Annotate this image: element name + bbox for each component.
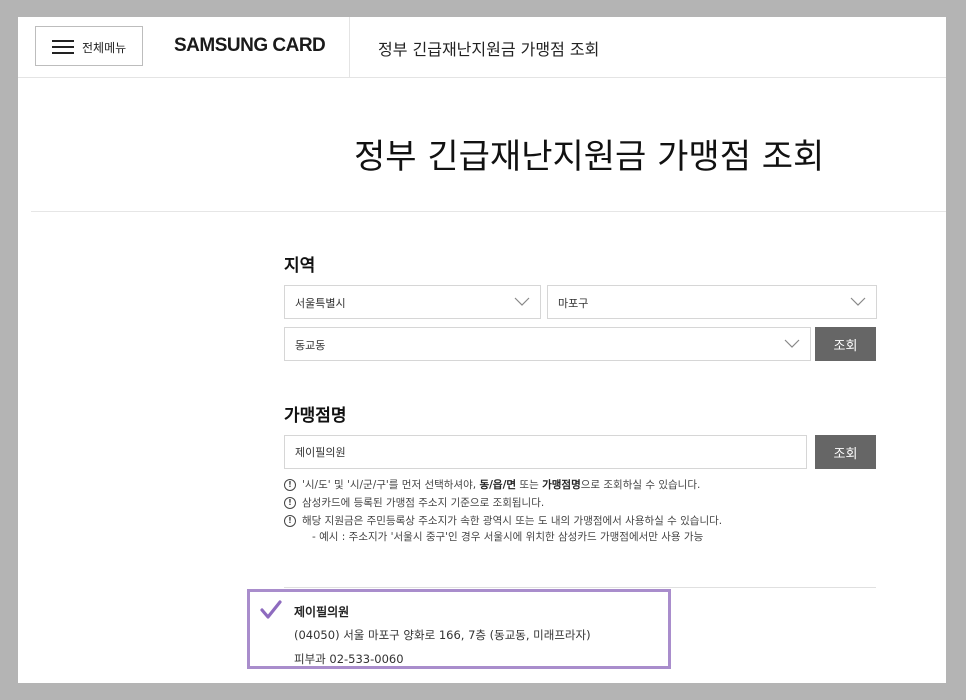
notice-example: - 예시 : 주소지가 '서울시 중구'인 경우 서울시에 위치한 삼성카드 가…: [312, 531, 704, 543]
notice-text: 삼성카드에 등록된 가맹점 주소지 기준으로 조회됩니다.: [302, 497, 545, 509]
province-value: 서울특별시: [295, 297, 346, 310]
region-label: 지역: [284, 256, 316, 276]
header-title: 정부 긴급재난지원금 가맹점 조회: [378, 40, 600, 59]
info-icon: !: [284, 479, 296, 491]
notice-item: ! 삼성카드에 등록된 가맹점 주소지 기준으로 조회됩니다.: [284, 494, 904, 512]
result-divider: [284, 587, 876, 588]
province-select[interactable]: 서울특별시: [284, 285, 541, 319]
district-value: 마포구: [558, 297, 589, 310]
district-select[interactable]: 마포구: [547, 285, 877, 319]
hamburger-icon: [52, 39, 74, 55]
dong-select[interactable]: 동교동: [284, 327, 811, 361]
chevron-down-icon: [784, 339, 800, 348]
info-icon: !: [284, 497, 296, 509]
notice-text: 또는: [516, 479, 543, 491]
notice-text: 해당 지원금은 주민등록상 주소지가 속한 광역시 또는 도 내의 가맹점에서 …: [302, 515, 723, 527]
notice-list: ! '시/도' 및 '시/군/구'를 먼저 선택하셔야, 동/읍/면 또는 가맹…: [284, 476, 904, 546]
region-search-button[interactable]: 조회: [815, 327, 876, 361]
page-frame: 전체메뉴 SAMSUNG CARD 정부 긴급재난지원금 가맹점 조회 정부 긴…: [18, 17, 946, 683]
notice-item: ! '시/도' 및 '시/군/구'를 먼저 선택하셔야, 동/읍/면 또는 가맹…: [284, 476, 904, 494]
page-title: 정부 긴급재난지원금 가맹점 조회: [354, 137, 825, 177]
all-menu-label: 전체메뉴: [82, 41, 127, 55]
result-merchant-name: 제이필의원: [294, 605, 350, 619]
notice-emphasis: 가맹점명: [542, 479, 581, 491]
samsung-card-logo[interactable]: SAMSUNG CARD: [174, 35, 326, 57]
dong-value: 동교동: [295, 339, 326, 352]
search-result-item[interactable]: 제이필의원 (04050) 서울 마포구 양화로 166, 7층 (동교동, 미…: [247, 589, 671, 669]
notice-item: ! 해당 지원금은 주민등록상 주소지가 속한 광역시 또는 도 내의 가맹점에…: [284, 512, 904, 530]
title-divider: [31, 211, 946, 212]
merchant-search-button[interactable]: 조회: [815, 435, 876, 469]
all-menu-button[interactable]: 전체메뉴: [35, 26, 143, 66]
notice-emphasis: 동/읍/면: [479, 479, 517, 491]
notice-text: '시/도' 및 '시/군/구'를 먼저 선택하셔야,: [302, 479, 480, 491]
merchant-name-label: 가맹점명: [284, 406, 347, 426]
info-icon: !: [284, 515, 296, 527]
merchant-name-input[interactable]: [284, 435, 807, 469]
checkmark-icon: [260, 600, 282, 619]
chevron-down-icon: [850, 297, 866, 306]
result-address: (04050) 서울 마포구 양화로 166, 7층 (동교동, 미래프라자): [294, 628, 591, 642]
top-header: 전체메뉴 SAMSUNG CARD 정부 긴급재난지원금 가맹점 조회: [18, 17, 946, 78]
chevron-down-icon: [514, 297, 530, 306]
result-category-phone: 피부과 02-533-0060: [294, 652, 404, 666]
notice-text: 으로 조회하실 수 있습니다.: [580, 479, 701, 491]
header-divider: [349, 17, 350, 77]
